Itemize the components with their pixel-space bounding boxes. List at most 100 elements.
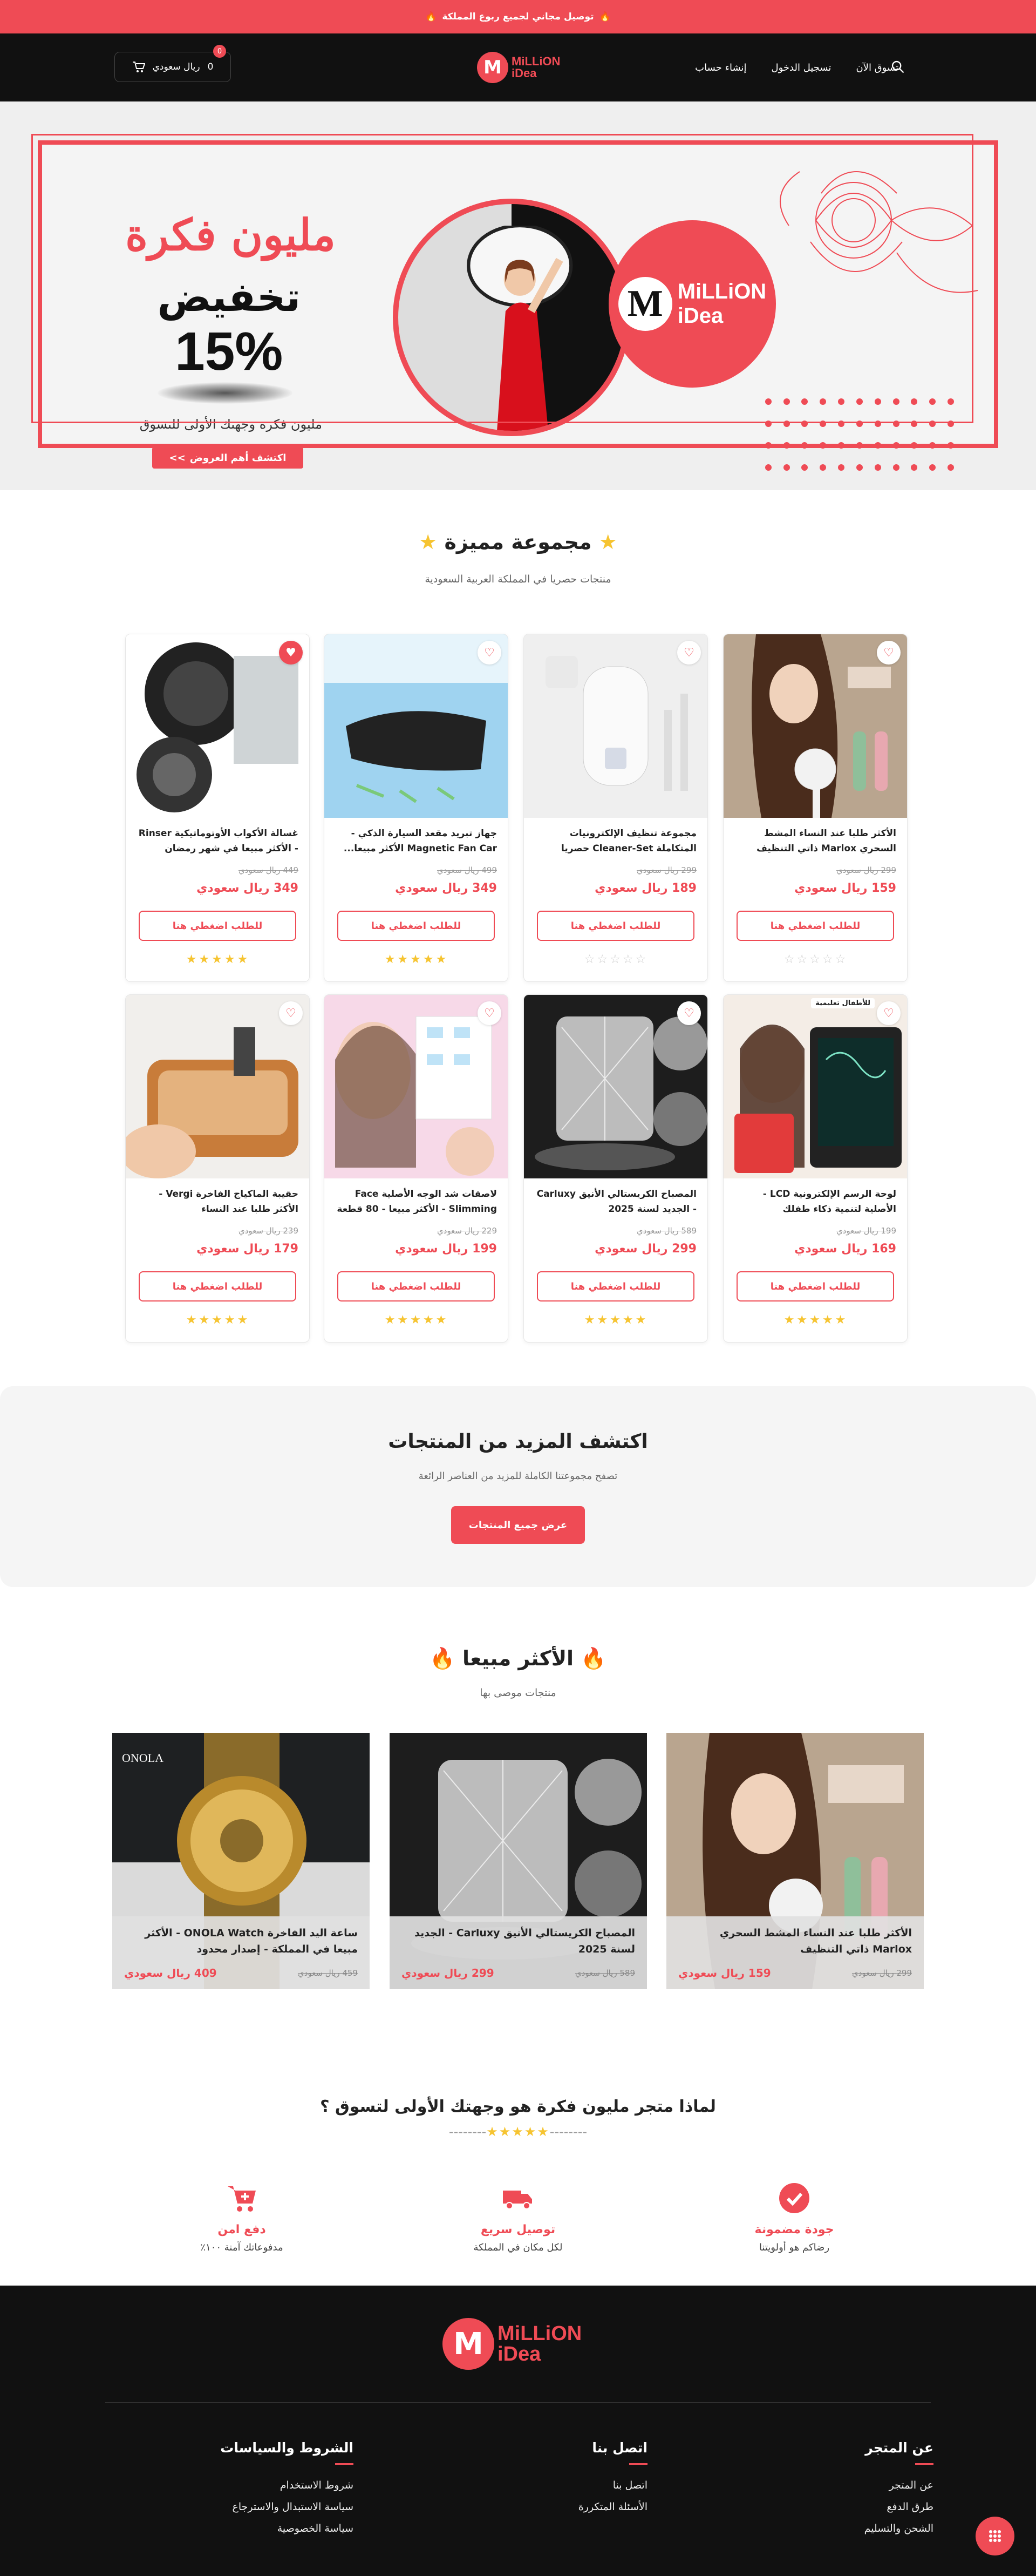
product-name[interactable]: حقيبة الماكياج الفاخرة Vergi - الأكثر طل… [137,1187,298,1218]
wishlist-heart-icon[interactable]: ♡ [877,1001,901,1025]
order-button[interactable]: للطلب اضغطي هنا [337,1271,495,1301]
nav-register[interactable]: إنشاء حساب [695,62,746,73]
dot [948,398,954,405]
footer-divider [105,2402,931,2403]
footer-link[interactable]: عن المتجر [750,2475,933,2496]
product-name[interactable]: غسالة الأكواب الأوتوماتيكية Rinser - الأ… [137,826,298,857]
footer-link[interactable]: اتصل بنا [464,2475,648,2496]
dot [911,464,918,471]
wishlist-heart-icon[interactable]: ♡ [677,1001,701,1025]
order-button[interactable]: للطلب اضغطي هنا [139,911,296,941]
star-icon: ★ [419,530,438,554]
wishlist-heart-icon[interactable]: ♡ [877,641,901,665]
product-image[interactable] [126,634,310,818]
footer-link[interactable]: طرق الدفع [750,2496,933,2518]
product-card[interactable]: ♥ غسالة الأكواب الأوتوماتيكية Rinser - ال… [125,634,310,982]
hero-banner[interactable]: مليون فكرة تخفيض 15% مليون فكرة وجهتك ال… [0,101,1036,490]
bestseller-card[interactable]: المصباح الكريستالي الأنيق Carluxy - الجد… [390,1733,647,1989]
product-image[interactable] [324,634,508,818]
product-image[interactable] [324,995,508,1178]
bestseller-name[interactable]: ساعة اليد الفاخرة ONOLA Watch - الأكثر م… [124,1925,358,1957]
view-all-products-button[interactable]: عرض جميع المنتجات [451,1506,585,1544]
product-name[interactable]: المصباح الكريستالي الأنيق Carluxy - الجد… [535,1187,697,1218]
badge-text-line2: iDea [677,304,724,328]
product-name[interactable]: لوحة الرسم الإلكترونية LCD - الأصلية لتن… [734,1187,896,1218]
apps-menu-button[interactable] [976,2517,1014,2555]
cart-plus-icon [224,2181,259,2215]
badge-m-icon: M [618,277,672,331]
main-nav: تسوق الآن تسجيل الدخول إنشاء حساب [695,33,898,101]
product-image[interactable] [524,995,708,1178]
order-button[interactable]: للطلب اضغطي هنا [737,1271,894,1301]
check-badge-icon [777,2181,812,2215]
order-button[interactable]: للطلب اضغطي هنا [737,911,894,941]
bestseller-card[interactable]: ONOLA ساعة اليد الفاخرة ONOLA Watch - الأ… [112,1733,370,1989]
product-name[interactable]: لاصقات شد الوجه الأصلية Face Slimming - … [335,1187,497,1218]
nav-login[interactable]: تسجيل الدخول [772,62,831,73]
cart-button[interactable]: 0 0 ريال سعودي [114,45,231,82]
fire-icon: 🔥 [599,11,611,22]
dot [765,464,772,471]
product-name[interactable]: مجموعة تنظيف الإلكترونيات المتكاملة Clea… [535,826,697,857]
dot [948,420,954,427]
bestseller-name[interactable]: الأكثر طلبا عند النساء المشط السحري Marl… [678,1925,912,1957]
product-card[interactable]: ♡ مجموعة تنظيف الإلكترونيات المتكاملة Cle… [523,634,708,982]
product-image[interactable] [524,634,708,818]
truck-icon [501,2181,535,2215]
product-name[interactable]: الأكثر طلبا عند النساء المشط السحري Marl… [734,826,896,857]
dot [838,398,845,405]
product-old-price: 499 ريال سعودي [437,865,497,875]
dot [838,420,845,427]
fire-icon: 🔥 [425,11,437,22]
bestseller-card[interactable]: الأكثر طلبا عند النساء المشط السحري Marl… [666,1733,924,1989]
footer-link[interactable]: الشحن والتسليم [750,2518,933,2539]
product-card[interactable]: ♡ الأكثر طلبا عند النساء المشط السحري Mar… [723,634,908,982]
footer-title-underline [915,2463,933,2465]
dot [856,464,863,471]
product-image[interactable] [724,634,908,818]
bestseller-price: 299 ريال سعودي [401,1967,494,1980]
footer-column: اتصل بنا اتصل بنا الأسئلة المتكررة [464,2440,648,2518]
hero-logo-badge: M MiLLiON iDea [609,220,776,388]
wishlist-heart-icon[interactable]: ♡ [478,1001,501,1025]
wishlist-heart-icon[interactable]: ♥ [279,641,303,665]
why-title: لماذا متجر مليون فكرة هو وجهتك الأولى لت… [320,2097,716,2116]
site-logo[interactable]: M MiLLiON iDea [477,52,560,83]
fire-icon: 🔥 [430,1646,455,1670]
dot [948,442,954,449]
footer-column-title: الشروط والسياسات [220,2440,353,2456]
search-icon[interactable] [890,59,905,74]
feature-title: دفع امن [217,2223,266,2236]
product-card[interactable]: ♡ حقيبة الماكياج الفاخرة Vergi - الأكثر ط… [125,994,310,1343]
product-card[interactable]: للأطفال تعليمية ♡ لوحة الرسم الإلكترونية L… [723,994,908,1343]
footer-link[interactable]: سياسة الاستبدال والاسترجاع [170,2496,353,2518]
flower-illustration [780,171,978,293]
footer-link[interactable]: الأسئلة المتكررة [464,2496,648,2518]
wishlist-heart-icon[interactable]: ♡ [478,641,501,665]
product-card[interactable]: ♡ المصباح الكريستالي الأنيق Carluxy - الج… [523,994,708,1343]
bestseller-name[interactable]: المصباح الكريستالي الأنيق Carluxy - الجد… [401,1925,635,1957]
footer-logo[interactable]: M MiLLiON iDea [442,2318,582,2370]
dot [929,442,936,449]
product-name[interactable]: جهاز تبريد مقعد السيارة الذكي - Magnetic… [335,826,497,857]
brand-logo: ONOLA [122,1751,163,1765]
footer-link[interactable]: شروط الاستخدام [170,2475,353,2496]
wishlist-heart-icon[interactable]: ♡ [677,641,701,665]
order-button[interactable]: للطلب اضغطي هنا [337,911,495,941]
featured-subtitle: منتجات حصريا في المملكة العربية السعودية [425,573,611,585]
product-image[interactable] [126,995,310,1178]
order-button[interactable]: للطلب اضغطي هنا [139,1271,296,1301]
hero-button-arrows: >> [169,452,186,464]
hero-offers-button[interactable]: اكتشف أهم العروض >> [152,447,303,469]
wishlist-heart-icon[interactable]: ♡ [279,1001,303,1025]
featured-title: ★ مجموعة مميزة ★ [419,530,617,554]
logo-text-line2: iDea [512,66,537,80]
order-button[interactable]: للطلب اضغطي هنا [537,1271,694,1301]
footer-column: الشروط والسياسات شروط الاستخدام سياسة الاس… [170,2440,353,2539]
product-card[interactable]: ♡ لاصقات شد الوجه الأصلية Face Slimming -… [324,994,508,1343]
product-image[interactable] [724,995,908,1178]
product-card[interactable]: ♡ جهاز تبريد مقعد السيارة الذكي - Magneti… [324,634,508,982]
footer-link[interactable]: سياسة الخصوصية [170,2518,353,2539]
dot [783,464,790,471]
order-button[interactable]: للطلب اضغطي هنا [537,911,694,941]
